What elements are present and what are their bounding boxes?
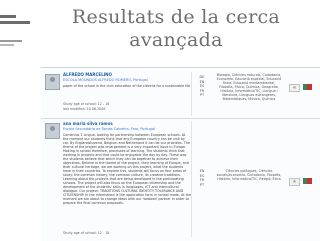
result-school-link[interactable]: ESCOLA MOUNDOS ALFREDO ROMERO, Portugal <box>63 78 148 82</box>
slide-accent-bar-4 <box>0 44 14 46</box>
slide-accent-bar-1 <box>0 15 16 18</box>
portugal-flag-icon <box>303 84 312 90</box>
result-meta-age: Study age of school: 12 - 18 <box>63 231 110 235</box>
result-name-link[interactable]: ana maria silva ramos <box>63 121 113 126</box>
result-subjects: Biologia, Ciències naturals, Ciutadania,… <box>216 73 282 101</box>
star-icon: ★ <box>292 85 297 91</box>
column-divider <box>191 121 192 237</box>
result-meta-date: last modified: 10.06.2008 <box>63 107 106 111</box>
slide-accent-bar-3 <box>0 40 22 42</box>
search-results-screenshot: ALFREDO MARCELINO ESCOLA MOUNDOS ALFREDO… <box>41 67 320 241</box>
column-divider <box>191 72 192 116</box>
language-codes: DE EN ES FR PT <box>196 75 208 98</box>
result-subjects: Ciències polítiques, Ciències socials/ec… <box>216 169 282 181</box>
result-item[interactable]: ALFREDO MARCELINO ESCOLA MOUNDOS ALFREDO… <box>41 70 320 119</box>
slide-title-line1: Resultats de la cerca <box>71 6 281 28</box>
language-codes: EN ES FR PT <box>196 169 208 187</box>
result-item[interactable]: ana maria silva ramos Escola Secundária … <box>41 119 320 241</box>
language-code: PT <box>199 93 205 97</box>
favorite-button[interactable]: ★ <box>289 84 300 92</box>
slide-title-line2: avançada <box>129 29 223 51</box>
result-description: Comenius 1 Lingua, looking for partnersh… <box>63 133 191 205</box>
result-school-link[interactable]: Escola Secundária de Tomás Cabreira, Far… <box>63 127 155 131</box>
slide-accent-bar-2 <box>0 21 30 24</box>
star-icon: ★ <box>292 179 297 185</box>
avatar <box>45 123 60 139</box>
result-meta-age: Study age of school: 12 - 18 <box>63 102 110 106</box>
slide-title: Resultats de la cerca avançada <box>40 6 312 52</box>
portugal-flag-icon <box>303 178 312 184</box>
language-code: PT <box>199 182 205 187</box>
avatar <box>45 74 60 90</box>
result-description: paper of the school in the civic educati… <box>63 84 191 88</box>
result-name-link[interactable]: ALFREDO MARCELINO <box>63 72 112 77</box>
favorite-button[interactable]: ★ <box>289 178 300 186</box>
